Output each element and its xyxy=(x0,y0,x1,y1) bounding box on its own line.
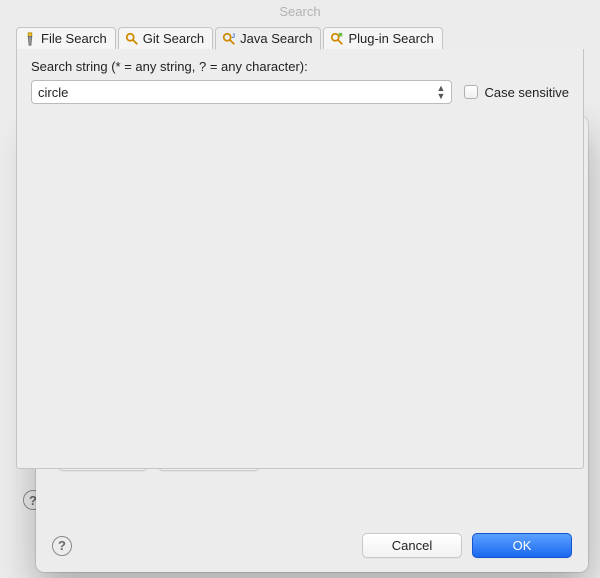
case-sensitive-label: Case sensitive xyxy=(484,85,569,100)
tab-plugin-search[interactable]: Plug-in Search xyxy=(323,27,442,50)
help-button[interactable]: ? xyxy=(52,536,72,556)
tab-area: File Search Git Search J Java Search Plu… xyxy=(16,27,584,469)
tab-file-search[interactable]: File Search xyxy=(16,27,116,50)
tab-label: Java Search xyxy=(240,31,312,46)
flashlight-icon xyxy=(23,32,37,46)
tab-label: File Search xyxy=(41,31,107,46)
checkbox-box-icon xyxy=(464,85,478,99)
tab-git-search[interactable]: Git Search xyxy=(118,27,213,50)
search-string-combo[interactable]: circle ▲▼ xyxy=(31,80,452,104)
magnifier-j-icon: J xyxy=(222,32,236,46)
tab-label: Git Search xyxy=(143,31,204,46)
search-string-value: circle xyxy=(38,85,68,100)
magnifier-icon xyxy=(125,32,139,46)
magnifier-plug-icon xyxy=(330,32,344,46)
tab-body: Search string (* = any string, ? = any c… xyxy=(16,49,584,469)
search-string-label: Search string (* = any string, ? = any c… xyxy=(31,59,569,74)
combo-stepper-icon: ▲▼ xyxy=(437,84,446,100)
tab-row: File Search Git Search J Java Search Plu… xyxy=(16,27,584,50)
ok-button[interactable]: OK xyxy=(472,533,572,558)
tab-java-search[interactable]: J Java Search xyxy=(215,27,321,50)
cancel-button[interactable]: Cancel xyxy=(362,533,462,558)
svg-text:J: J xyxy=(232,33,235,40)
tab-label: Plug-in Search xyxy=(348,31,433,46)
case-sensitive-checkbox[interactable]: Case sensitive xyxy=(464,85,569,100)
window-title: Search xyxy=(6,0,594,25)
